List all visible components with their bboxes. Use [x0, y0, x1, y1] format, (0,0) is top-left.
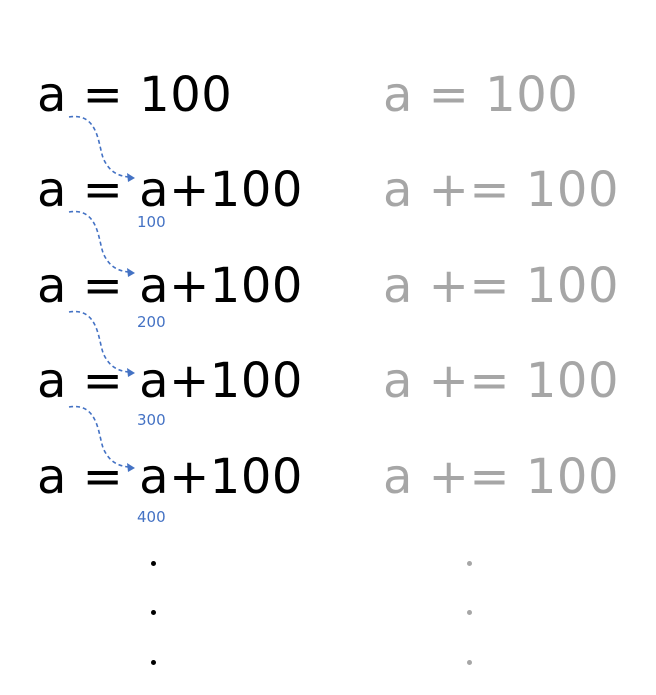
annotation-value-3: 300 — [137, 411, 166, 429]
left-equation-4: a = a+100 — [37, 353, 303, 409]
left-equation-5: a = a+100 — [37, 449, 303, 505]
left-equation-1: a = 100 — [37, 67, 233, 123]
continuation-dot-right-1 — [467, 561, 472, 566]
left-equation-3: a = a+100 — [37, 258, 303, 314]
annotation-value-1: 100 — [137, 213, 166, 231]
continuation-dot-right-2 — [467, 610, 472, 615]
continuation-dot-left-2 — [151, 610, 156, 615]
right-equation-1: a = 100 — [383, 67, 579, 123]
continuation-dot-left-1 — [151, 561, 156, 566]
left-equation-2: a = a+100 — [37, 162, 303, 218]
right-equation-5: a += 100 — [383, 449, 619, 505]
continuation-dot-left-3 — [151, 660, 156, 665]
right-equation-4: a += 100 — [383, 353, 619, 409]
annotation-value-4: 400 — [137, 508, 166, 526]
right-equation-2: a += 100 — [383, 162, 619, 218]
continuation-dot-right-3 — [467, 660, 472, 665]
annotation-value-2: 200 — [137, 313, 166, 331]
right-equation-3: a += 100 — [383, 258, 619, 314]
